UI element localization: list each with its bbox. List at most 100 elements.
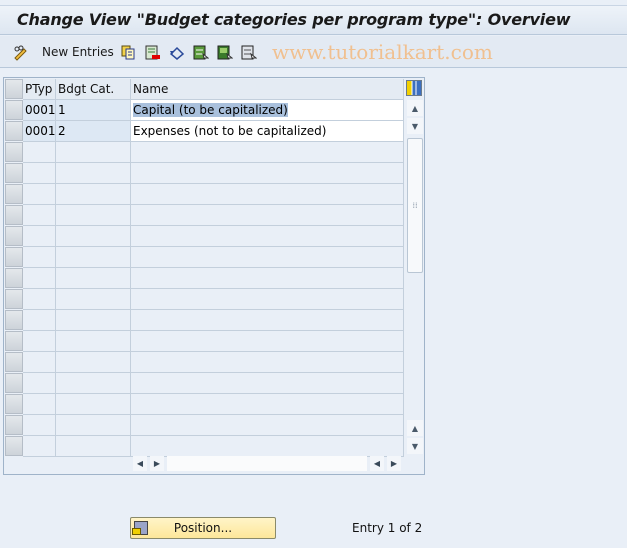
cell-ptyp[interactable]: [23, 142, 56, 163]
cell-ptyp[interactable]: [23, 331, 56, 352]
row-selector[interactable]: [5, 310, 23, 330]
row-selector[interactable]: [5, 247, 23, 267]
copy-icon: [121, 45, 135, 60]
cell-bdgt-cat[interactable]: [56, 142, 131, 163]
cell-ptyp[interactable]: [23, 352, 56, 373]
deselect-all-button[interactable]: [241, 43, 258, 61]
row-selector[interactable]: [5, 352, 23, 372]
horizontal-scrollbar[interactable]: [167, 456, 367, 471]
cell-name[interactable]: [131, 436, 404, 457]
cell-bdgt-cat: 1: [56, 100, 131, 121]
cell-name-input[interactable]: Expenses (not to be capitalized): [131, 121, 404, 142]
cell-bdgt-cat[interactable]: [56, 268, 131, 289]
cell-name[interactable]: [131, 142, 404, 163]
delete-button[interactable]: [145, 43, 160, 61]
cell-bdgt-cat[interactable]: [56, 163, 131, 184]
select-all-button[interactable]: [193, 43, 210, 61]
select-block-button[interactable]: [217, 43, 234, 61]
scroll-end-right-button[interactable]: ▶: [387, 456, 401, 471]
cell-name[interactable]: [131, 310, 404, 331]
cell-name[interactable]: [131, 247, 404, 268]
scroll-down-button[interactable]: ▼: [407, 118, 423, 134]
undo-button[interactable]: [169, 43, 185, 61]
cell-ptyp[interactable]: [23, 184, 56, 205]
cell-name[interactable]: [131, 268, 404, 289]
cell-name[interactable]: [131, 373, 404, 394]
cell-bdgt-cat[interactable]: [56, 415, 131, 436]
cell-name[interactable]: [131, 331, 404, 352]
row-selector[interactable]: [5, 184, 23, 204]
column-header-name[interactable]: Name: [131, 79, 404, 100]
row-selector[interactable]: [5, 415, 23, 435]
scroll-end-left-button[interactable]: ◀: [370, 456, 384, 471]
cell-name[interactable]: [131, 184, 404, 205]
cell-bdgt-cat[interactable]: [56, 184, 131, 205]
row-selector[interactable]: [5, 436, 23, 456]
scroll-up-button[interactable]: ▲: [407, 100, 423, 116]
cell-name-input[interactable]: Capital (to be capitalized): [131, 100, 404, 121]
row-selector[interactable]: [5, 394, 23, 414]
row-selector[interactable]: [5, 226, 23, 246]
table-row: 0001 1 Capital (to be capitalized): [4, 100, 404, 121]
row-selector[interactable]: [5, 121, 23, 141]
row-selector[interactable]: [5, 268, 23, 288]
cell-bdgt-cat[interactable]: [56, 394, 131, 415]
new-entries-button[interactable]: New Entries: [36, 43, 114, 61]
column-header-bdgt-cat[interactable]: Bdgt Cat.: [56, 79, 131, 100]
row-selector[interactable]: [5, 289, 23, 309]
cell-bdgt-cat[interactable]: [56, 373, 131, 394]
row-selector[interactable]: [5, 331, 23, 351]
row-selector[interactable]: [5, 100, 23, 120]
cell-ptyp[interactable]: [23, 205, 56, 226]
table-row-empty: [4, 331, 404, 352]
deselect-all-icon: [241, 45, 258, 60]
cell-bdgt-cat[interactable]: [56, 352, 131, 373]
scroll-page-down-button[interactable]: ▼: [407, 438, 423, 454]
scroll-page-up-button[interactable]: ▲: [407, 420, 423, 436]
select-all-rows-button[interactable]: [5, 79, 23, 99]
undo-icon: [169, 45, 185, 60]
cell-bdgt-cat[interactable]: [56, 226, 131, 247]
cell-ptyp[interactable]: [23, 373, 56, 394]
column-header-ptyp[interactable]: PTyp: [23, 79, 56, 100]
cell-bdgt-cat[interactable]: [56, 331, 131, 352]
copy-button[interactable]: [121, 43, 135, 61]
cell-name[interactable]: [131, 205, 404, 226]
cell-ptyp[interactable]: [23, 415, 56, 436]
cell-bdgt-cat[interactable]: [56, 205, 131, 226]
vertical-scrollbar-thumb[interactable]: ⁞⁞: [407, 138, 423, 273]
cell-bdgt-cat[interactable]: [56, 289, 131, 310]
cell-name[interactable]: [131, 289, 404, 310]
cell-ptyp[interactable]: [23, 310, 56, 331]
table-row-empty: [4, 184, 404, 205]
cell-ptyp[interactable]: [23, 247, 56, 268]
cell-name[interactable]: [131, 394, 404, 415]
cell-ptyp[interactable]: [23, 289, 56, 310]
column-settings-icon[interactable]: [406, 80, 422, 96]
cell-ptyp[interactable]: [23, 268, 56, 289]
cell-ptyp[interactable]: [23, 394, 56, 415]
cell-bdgt-cat[interactable]: [56, 247, 131, 268]
row-selector[interactable]: [5, 373, 23, 393]
cell-name[interactable]: [131, 352, 404, 373]
row-selector[interactable]: [5, 205, 23, 225]
cell-ptyp[interactable]: [23, 226, 56, 247]
position-button[interactable]: Position...: [130, 517, 276, 539]
table-row: 0001 2 Expenses (not to be capitalized): [4, 121, 404, 142]
table-row-empty: [4, 268, 404, 289]
cell-name[interactable]: [131, 415, 404, 436]
display-change-button[interactable]: [13, 43, 27, 61]
row-selector[interactable]: [5, 163, 23, 183]
title-bar: Change View "Budget categories per progr…: [0, 5, 627, 35]
table-row-empty: [4, 289, 404, 310]
cell-name[interactable]: [131, 226, 404, 247]
table-header-row: PTyp Bdgt Cat. Name: [4, 79, 404, 100]
scroll-left-button[interactable]: ◀: [133, 456, 147, 471]
cell-ptyp[interactable]: [23, 163, 56, 184]
scroll-right-button[interactable]: ▶: [150, 456, 164, 471]
row-selector[interactable]: [5, 142, 23, 162]
cell-ptyp[interactable]: [23, 436, 56, 457]
cell-name[interactable]: [131, 163, 404, 184]
cell-bdgt-cat[interactable]: [56, 436, 131, 457]
cell-bdgt-cat[interactable]: [56, 310, 131, 331]
